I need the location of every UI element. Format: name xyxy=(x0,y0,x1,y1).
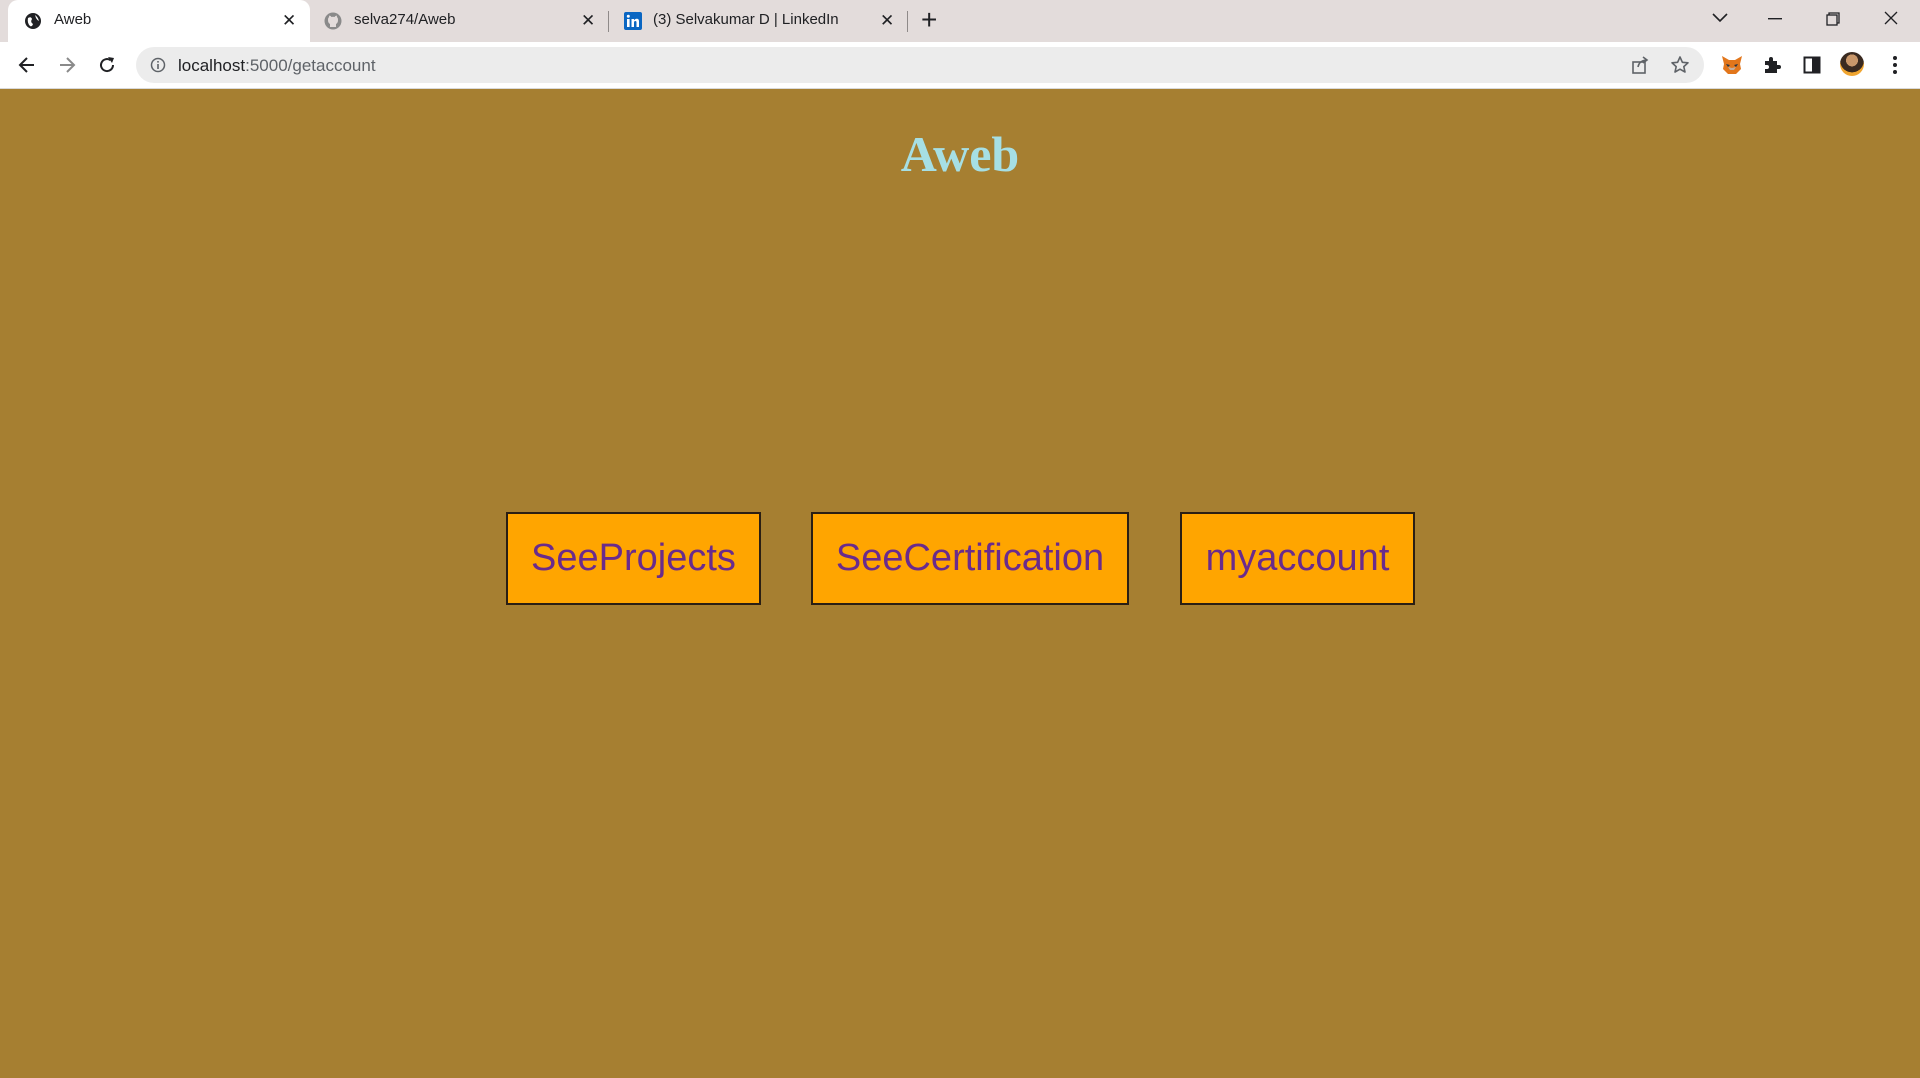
side-panel-button[interactable] xyxy=(1800,53,1824,77)
address-bar[interactable]: localhost:5000/getaccount xyxy=(136,47,1704,83)
back-button[interactable] xyxy=(13,51,41,79)
puzzle-icon xyxy=(1765,57,1781,73)
kebab-menu-icon xyxy=(1893,56,1897,74)
tab-strip: Aweb ✕ selva274/Aweb ✕ (3) Selvakumar D … xyxy=(0,0,1920,42)
tab-github[interactable]: selva274/Aweb ✕ xyxy=(310,0,608,42)
close-tab-icon[interactable]: ✕ xyxy=(581,11,595,31)
forward-button[interactable] xyxy=(53,51,81,79)
restore-icon[interactable] xyxy=(1826,12,1840,26)
tab-separator xyxy=(907,11,908,32)
bookmark-star-icon[interactable] xyxy=(1670,55,1690,75)
forward-arrow-icon xyxy=(60,57,76,73)
globe-icon xyxy=(25,13,41,29)
profile-avatar[interactable] xyxy=(1840,52,1864,76)
tab-title: Aweb xyxy=(54,11,92,28)
github-icon xyxy=(324,12,342,30)
metamask-extension-icon[interactable] xyxy=(1720,53,1744,77)
close-window-icon[interactable] xyxy=(1884,11,1898,25)
tab-search-chevron-icon[interactable] xyxy=(1711,12,1729,24)
site-info-icon[interactable] xyxy=(150,57,166,73)
linkedin-icon xyxy=(624,12,642,30)
tab-title: selva274/Aweb xyxy=(354,11,456,28)
close-tab-icon[interactable]: ✕ xyxy=(282,11,296,31)
my-account-button[interactable]: myaccount xyxy=(1180,512,1415,605)
side-panel-icon xyxy=(1803,56,1821,74)
url-path: :5000/getaccount xyxy=(245,56,376,75)
page-title: Aweb xyxy=(900,126,1020,182)
url-text[interactable]: localhost:5000/getaccount xyxy=(178,56,376,76)
see-certification-button[interactable]: SeeCertification xyxy=(811,512,1129,605)
tab-linkedin[interactable]: (3) Selvakumar D | LinkedIn ✕ xyxy=(609,0,907,42)
tab-title: (3) Selvakumar D | LinkedIn xyxy=(653,11,839,28)
reload-button[interactable] xyxy=(93,51,121,79)
back-arrow-icon xyxy=(18,57,34,73)
browser-toolbar: localhost:5000/getaccount xyxy=(0,42,1920,89)
minimize-icon[interactable] xyxy=(1768,18,1782,20)
extensions-button[interactable] xyxy=(1760,53,1784,77)
close-tab-icon[interactable]: ✕ xyxy=(880,11,894,31)
url-host: localhost xyxy=(178,56,246,75)
reload-icon xyxy=(100,57,115,73)
new-tab-icon[interactable]: + xyxy=(921,6,937,34)
page-content: Aweb SeeProjects SeeCertification myacco… xyxy=(0,89,1920,1078)
see-projects-button[interactable]: SeeProjects xyxy=(506,512,761,605)
fox-icon xyxy=(1722,56,1742,74)
share-icon[interactable] xyxy=(1630,55,1650,75)
browser-menu-button[interactable] xyxy=(1883,53,1907,77)
tab-aweb[interactable]: Aweb ✕ xyxy=(8,0,310,42)
